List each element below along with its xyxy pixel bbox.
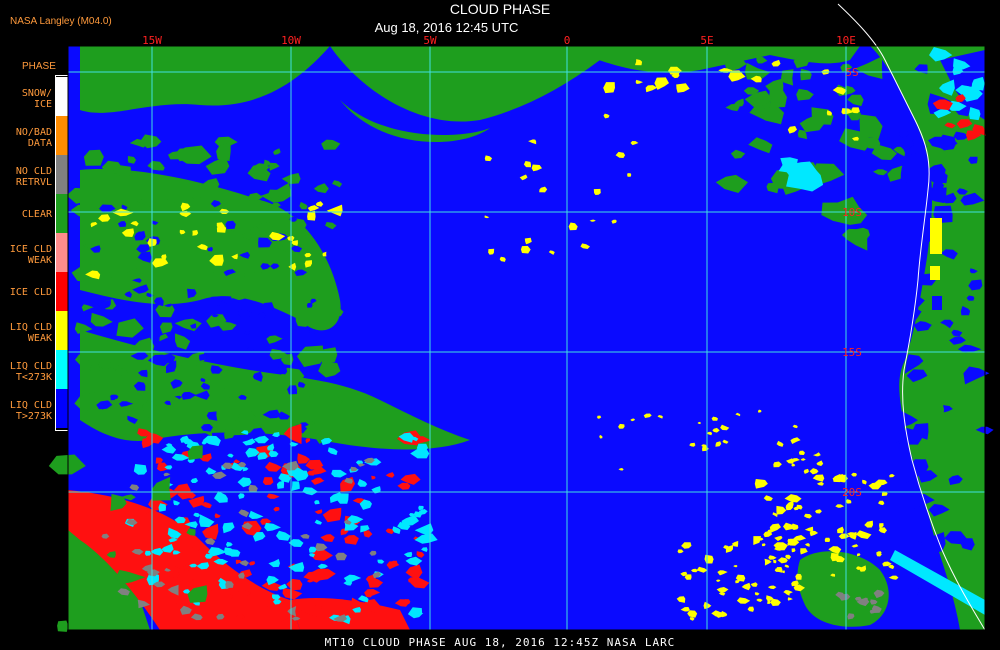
cloud-patch: [306, 302, 313, 308]
liq-weak-patch: [704, 554, 714, 564]
latitude-label: 10S: [842, 206, 862, 219]
liq-cold-patch: [158, 503, 166, 512]
footer-caption: MT10 CLOUD PHASE AUG 18, 2016 12:45Z NAS…: [324, 636, 676, 649]
longitude-label: 15W: [142, 34, 162, 47]
liq-weak-patch: [627, 173, 632, 177]
clear-patch: [57, 620, 69, 632]
liq-weak-patch: [930, 266, 940, 280]
latitude-label: 15S: [842, 346, 862, 359]
cloud-patch: [932, 296, 942, 310]
longitude-label: 0: [564, 34, 571, 47]
liq-weak-patch: [773, 559, 777, 564]
longitude-label: 5E: [700, 34, 713, 47]
longitude-label: 5W: [423, 34, 437, 47]
latitude-label: 20S: [842, 486, 862, 499]
longitude-label: 10E: [836, 34, 856, 47]
liq-weak-patch: [930, 218, 942, 254]
latitude-label: 5S: [845, 66, 858, 79]
liq-weak-patch: [824, 537, 831, 542]
cloud-phase-map: 15W 10W 5W 0 5E 10E 5S 10S 15S 20S: [48, 3, 994, 632]
longitude-label: 10W: [281, 34, 301, 47]
